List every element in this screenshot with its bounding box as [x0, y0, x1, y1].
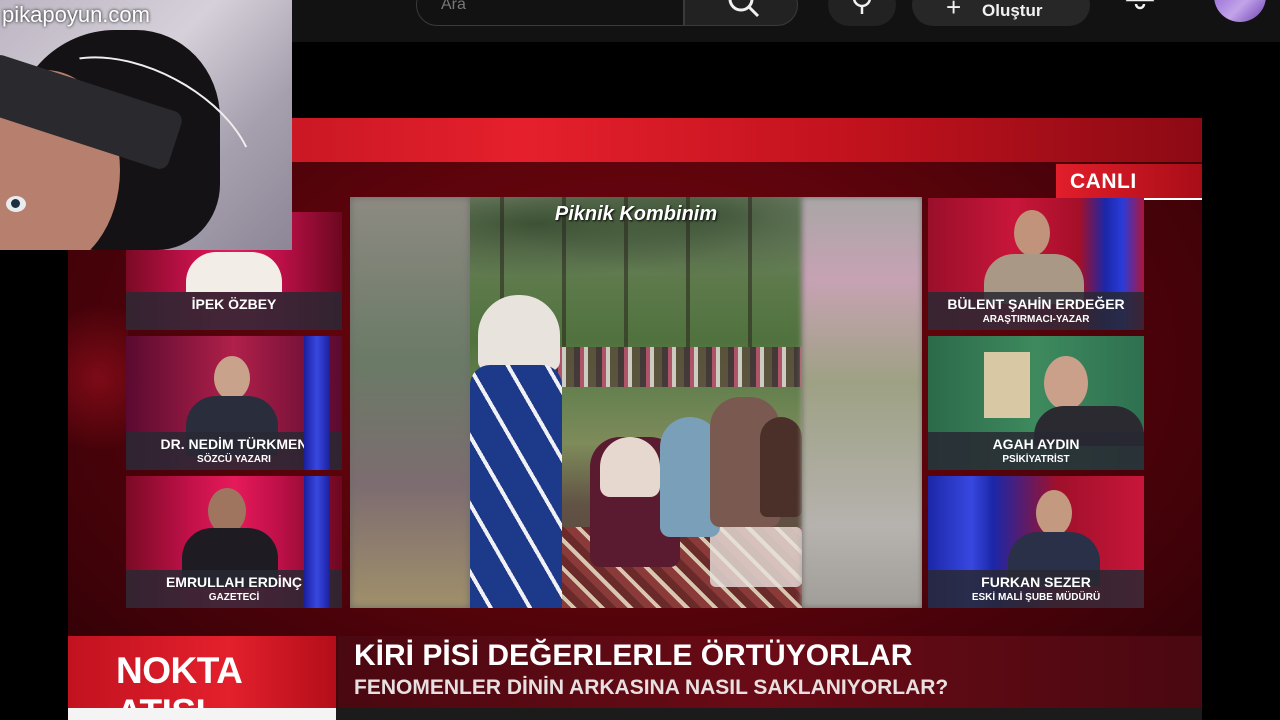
panelist-box-right-2: AGAH AYDIN PSİKİYATRİST — [928, 336, 1144, 470]
search-input[interactable] — [416, 0, 684, 26]
panelist-role: ARAŞTIRMACI-YAZAR — [982, 314, 1090, 325]
avatar[interactable] — [1214, 0, 1266, 22]
center-video-clip: Piknik Kombinim — [350, 197, 922, 608]
watermark: pikapoyun.com — [2, 2, 150, 27]
clip-caption: Piknik Kombinim — [554, 203, 718, 225]
panelist-box-left-2: DR. NEDİM TÜRKMEN SÖZCÜ YAZARI — [126, 336, 342, 470]
live-badge: CANLI — [1056, 164, 1202, 200]
panelist-box-right-3: FURKAN SEZER ESKİ MALİ ŞUBE MÜDÜRÜ — [928, 476, 1144, 608]
search-icon — [728, 0, 760, 18]
panelist-role: ESKİ MALİ ŞUBE MÜDÜRÜ — [971, 592, 1101, 603]
bell-icon — [1125, 0, 1155, 10]
ticker-clock-box — [68, 708, 336, 720]
panelist-name: DR. NEDİM TÜRKMEN — [160, 436, 308, 452]
subheadline: FENOMENLER DİNİN ARKASINA NASIL SAKLANIY… — [354, 676, 949, 699]
panelist-name: BÜLENT ŞAHİN ERDEĞER — [947, 296, 1125, 312]
blurred-background-left — [350, 197, 470, 608]
create-button[interactable]: + Oluştur — [912, 0, 1090, 26]
panelist-name: FURKAN SEZER — [981, 574, 1091, 590]
panelist-box-left-3: EMRULLAH ERDİNÇ GAZETECİ — [126, 476, 342, 608]
panelist-role: PSİKİYATRİST — [1002, 454, 1070, 465]
notifications-button[interactable] — [1118, 0, 1162, 26]
show-logo: NOKTA ATIŞI — [68, 636, 336, 720]
headline-banner: KİRİ PİSİ DEĞERLERLE ÖRTÜYORLAR FENOMENL… — [338, 636, 1202, 708]
voice-search-button[interactable] — [828, 0, 896, 26]
panelist-name: İPEK ÖZBEY — [191, 296, 277, 312]
picnic-clip: Piknik Kombinim — [470, 197, 802, 608]
streamer-eye — [6, 196, 26, 212]
news-ticker — [68, 708, 1202, 720]
panelist-role: SÖZCÜ YAZARI — [197, 454, 271, 465]
create-label: Oluştur — [982, 1, 1043, 20]
search-button[interactable] — [684, 0, 798, 26]
webcam-overlay: pikapoyun.com — [0, 0, 292, 250]
panelist-name: AGAH AYDIN — [992, 436, 1080, 452]
blurred-background-right — [802, 197, 922, 608]
picnic-crowd — [530, 347, 802, 387]
live-badge-label: CANLI — [1070, 170, 1137, 193]
graphic-decoration — [68, 278, 128, 478]
panelist-role: GAZETECİ — [208, 592, 260, 603]
headline: KİRİ PİSİ DEĞERLERLE ÖRTÜYORLAR — [354, 639, 913, 672]
mic-icon — [853, 0, 871, 14]
standing-woman — [470, 295, 566, 608]
panelist-box-right-1: BÜLENT ŞAHİN ERDEĞER ARAŞTIRMACI-YAZAR — [928, 198, 1144, 330]
panelist-name: EMRULLAH ERDİNÇ — [165, 574, 303, 590]
seated-women — [570, 397, 802, 608]
plus-icon: + — [946, 0, 962, 22]
